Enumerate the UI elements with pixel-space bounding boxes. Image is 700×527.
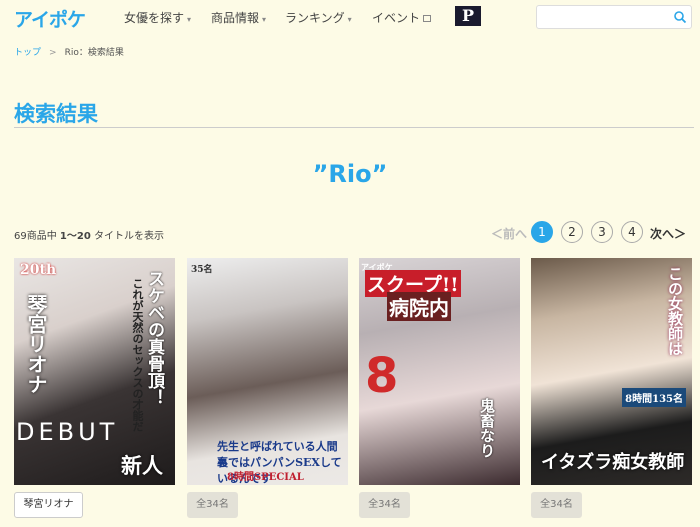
cover-text: 病院内 [387,292,451,321]
actress-tag[interactable]: 琴宮リオナ [14,492,83,518]
cover-text: スケベの真骨頂！ [144,270,164,406]
cover-text: DEBUT [16,418,119,446]
result-count: 69商品中 1〜20 タイトルを表示 [14,227,164,242]
actress-count-tag[interactable]: 全34名 [359,492,410,518]
cover-text: 鬼畜なり [478,398,496,458]
breadcrumb-separator: > [49,48,57,58]
cover-text: この女教師は [666,266,684,356]
pagination-page-4[interactable]: 4 [621,221,643,243]
breadcrumb-current: Rio：検索結果 [64,48,124,58]
cover-text: 8時間SPECIAL [227,472,304,483]
cover-text: 35名 [191,265,213,275]
cover-text: イタズラ痴女教師 [541,452,685,473]
search-icon[interactable] [673,10,687,24]
site-header: アイポケ 女優を探す ▾ 商品情報 ▾ ランキング ▾ イベント P [0,0,700,34]
nav-label: 商品情報 [211,11,260,25]
nav-product-info[interactable]: 商品情報 ▾ [211,9,266,26]
pagination-page-2[interactable]: 2 [561,221,583,243]
search-input[interactable] [541,9,661,25]
page-title: 検索結果 [14,102,98,126]
breadcrumb-home-link[interactable]: トップ [14,48,41,58]
chevron-down-icon: ▾ [262,15,267,24]
nav-label: ランキング [285,11,345,25]
product-card[interactable]: 35名 先生と呼ばれている人間も 裏ではパンパンSEXしているんです 8時間SP… [187,258,348,485]
nav-label: イベント [372,11,421,25]
product-card[interactable]: アイポケ スクープ!! 病院内 8 鬼畜なり [359,258,520,485]
pagination-page-3[interactable]: 3 [591,221,613,243]
chevron-down-icon: ▾ [347,15,352,24]
cover-text: これが天然のセックスの才能だ [131,278,144,432]
cover-text: 8 [365,348,399,404]
cover-text: 8時間135名 [622,388,686,407]
result-range: 1〜20 [59,231,91,242]
nav-events[interactable]: イベント [372,9,432,26]
actress-count-tag[interactable]: 全34名 [187,492,238,518]
cover-text: 20th [20,262,57,278]
p-logo-link[interactable]: P [455,6,481,26]
pagination-prev[interactable]: ＜前へ [491,225,527,247]
external-link-icon [423,15,432,22]
breadcrumb: トップ > Rio：検索結果 [14,45,124,58]
search-query-heading: ”Rio” [312,160,388,188]
nav-ranking[interactable]: ランキング ▾ [285,9,352,26]
product-card[interactable]: 20th スケベの真骨頂！ これが天然のセックスの才能だ 琴宮リオナ DEBUT… [14,258,175,485]
nav-label: 女優を探す [124,11,185,25]
cover-text: 新人 [121,453,163,478]
site-logo[interactable]: アイポケ [14,5,86,31]
product-card[interactable]: この女教師は イタズラ痴女教師 8時間135名 [531,258,692,485]
search-box [536,5,692,29]
nav-find-actress[interactable]: 女優を探す ▾ [124,9,191,26]
pagination-page-1[interactable]: 1 [531,221,553,243]
title-divider [14,127,694,128]
result-total: 69商品中 [14,231,57,242]
pagination-next[interactable]: 次へ＞ [650,225,686,242]
actress-count-tag[interactable]: 全34名 [531,492,582,518]
result-suffix: タイトルを表示 [93,231,164,242]
chevron-down-icon: ▾ [187,15,192,24]
cover-text: 琴宮リオナ [24,294,48,394]
